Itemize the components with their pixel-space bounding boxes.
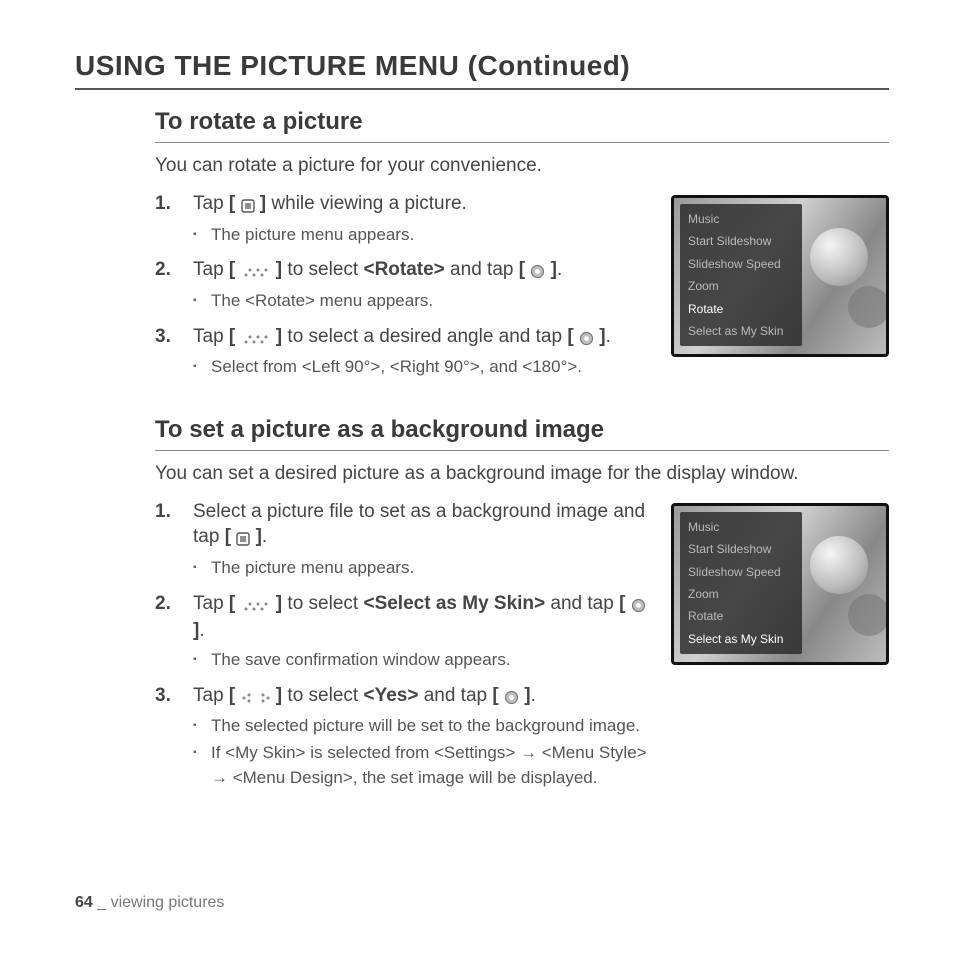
- menu-icon: [241, 193, 255, 219]
- sub-item: The selected picture will be set to the …: [193, 714, 655, 739]
- section-rotate: To rotate a picture You can rotate a pic…: [155, 108, 889, 390]
- sub-list: The save confirmation window appears.: [193, 648, 655, 673]
- steps-list: Select a picture file to set as a backgr…: [155, 499, 655, 790]
- section-intro: You can rotate a picture for your conven…: [155, 155, 889, 177]
- step-item: Tap [ ] to select <Select as My Skin> an…: [155, 591, 655, 673]
- menu-item: Start Sildeshow: [680, 538, 802, 560]
- menu-item: Music: [680, 208, 802, 230]
- bold-option: <Rotate>: [363, 259, 444, 280]
- bold-option: <Select as My Skin>: [363, 593, 545, 614]
- footer-sep: _: [93, 894, 111, 911]
- sub-item: Select from <Left 90°>, <Right 90°>, and…: [193, 355, 655, 380]
- steps-list: Tap [ ] while viewing a picture.The pict…: [155, 191, 655, 380]
- menu-item: Rotate: [680, 605, 802, 627]
- menu-icon: [236, 526, 250, 552]
- page-title: USING THE PICTURE MENU (Continued): [75, 50, 889, 90]
- footer-label: viewing pictures: [111, 894, 225, 911]
- step-item: Tap [ ] to select a desired angle and ta…: [155, 324, 655, 380]
- sub-item: The picture menu appears.: [193, 556, 655, 581]
- step-item: Tap [ ] to select <Yes> and tap [ ].The …: [155, 683, 655, 791]
- section-background: To set a picture as a background image Y…: [155, 416, 889, 800]
- sub-list: The selected picture will be set to the …: [193, 714, 655, 790]
- page-footer: 64 _ viewing pictures: [75, 894, 224, 912]
- menu-item: Zoom: [680, 275, 802, 297]
- menu-item: Select as My Skin: [680, 628, 802, 650]
- step-item: Select a picture file to set as a backgr…: [155, 499, 655, 581]
- select-icon: [631, 593, 646, 619]
- menu-item: Music: [680, 516, 802, 538]
- section-heading: To rotate a picture: [155, 108, 889, 143]
- sub-list: The picture menu appears.: [193, 556, 655, 581]
- select-icon: [579, 326, 594, 352]
- updown-icon: [241, 593, 271, 619]
- section-intro: You can set a desired picture as a backg…: [155, 463, 889, 485]
- menu-item: Rotate: [680, 298, 802, 320]
- menu-item: Select as My Skin: [680, 320, 802, 342]
- menu-overlay: MusicStart SildeshowSlideshow SpeedZoomR…: [680, 204, 802, 346]
- step-item: Tap [ ] to select <Rotate> and tap [ ].T…: [155, 257, 655, 313]
- sub-item: The <Rotate> menu appears.: [193, 289, 655, 314]
- leftright-icon: [241, 685, 271, 711]
- sub-list: The picture menu appears.: [193, 223, 655, 248]
- device-screenshot: MusicStart SildeshowSlideshow SpeedZoomR…: [671, 195, 889, 357]
- select-icon: [504, 685, 519, 711]
- updown-icon: [241, 326, 271, 352]
- menu-item: Slideshow Speed: [680, 253, 802, 275]
- device-screenshot: MusicStart SildeshowSlideshow SpeedZoomR…: [671, 503, 889, 665]
- menu-item: Slideshow Speed: [680, 561, 802, 583]
- section-heading: To set a picture as a background image: [155, 416, 889, 451]
- sub-item: The save confirmation window appears.: [193, 648, 655, 673]
- select-icon: [530, 259, 545, 285]
- sub-list: The <Rotate> menu appears.: [193, 289, 655, 314]
- menu-overlay: MusicStart SildeshowSlideshow SpeedZoomR…: [680, 512, 802, 654]
- sub-item: If <My Skin> is selected from <Settings>…: [193, 741, 655, 790]
- page-number: 64: [75, 894, 93, 911]
- menu-item: Start Sildeshow: [680, 230, 802, 252]
- sub-list: Select from <Left 90°>, <Right 90°>, and…: [193, 355, 655, 380]
- step-item: Tap [ ] while viewing a picture.The pict…: [155, 191, 655, 247]
- sub-item: The picture menu appears.: [193, 223, 655, 248]
- updown-icon: [241, 259, 271, 285]
- bold-option: <Yes>: [363, 685, 418, 706]
- menu-item: Zoom: [680, 583, 802, 605]
